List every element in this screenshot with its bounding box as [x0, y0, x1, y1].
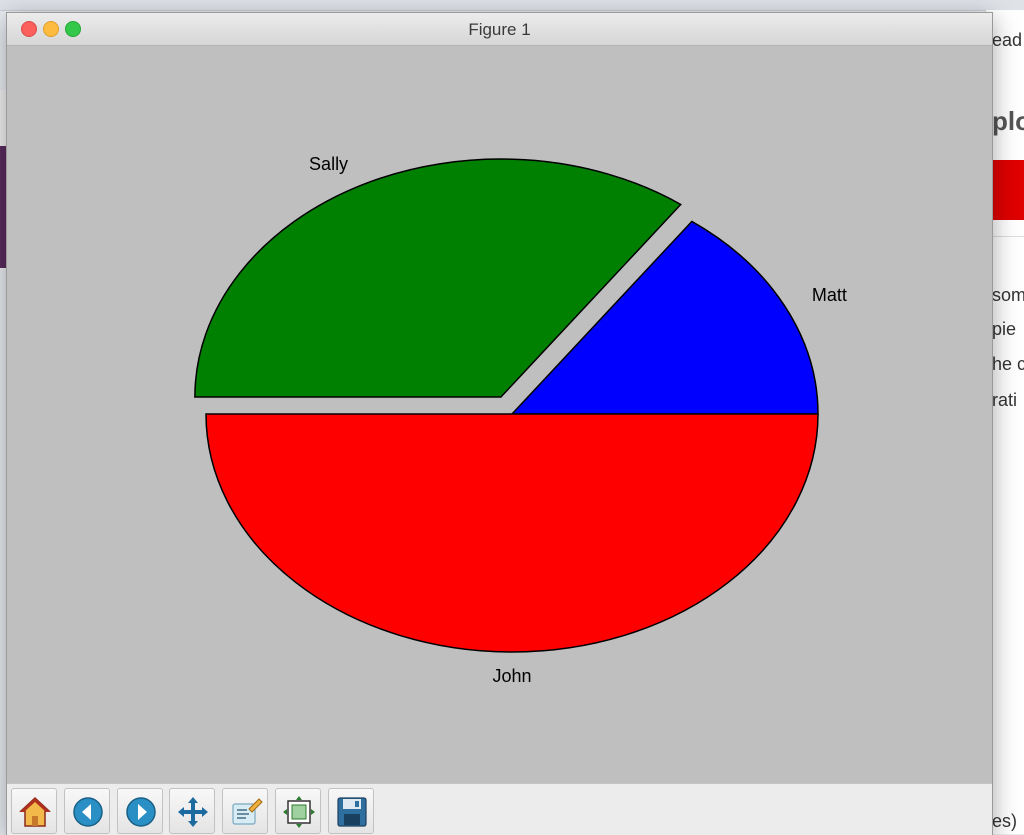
background-text: he c — [992, 354, 1024, 374]
forward-button[interactable] — [117, 788, 163, 834]
home-button[interactable] — [11, 788, 57, 834]
window-title: Figure 1 — [468, 20, 531, 39]
save-button[interactable] — [328, 788, 374, 834]
configure-subplots-button[interactable] — [275, 788, 321, 834]
forward-arrow-icon — [126, 797, 156, 827]
pan-button[interactable] — [169, 788, 215, 834]
zoom-button[interactable] — [222, 788, 268, 834]
navigation-toolbar — [7, 783, 992, 835]
pie-label-matt: Matt — [812, 285, 847, 305]
back-button[interactable] — [64, 788, 110, 834]
zoom-icon — [232, 798, 263, 825]
background-banner — [990, 160, 1024, 220]
back-arrow-icon — [73, 797, 103, 827]
pie-chart[interactable]: Matt Sally John — [7, 46, 992, 783]
background-text: ead — [992, 30, 1023, 50]
subplots-icon — [283, 796, 315, 828]
figure-window: Figure 1 Matt Sally John — [6, 12, 993, 835]
background-text: pie — [992, 319, 1017, 339]
save-icon — [337, 797, 367, 827]
background-text: som — [992, 285, 1024, 305]
background-text: es) — [992, 811, 1018, 831]
background-heading: plo — [992, 106, 1024, 136]
background-text: rati — [992, 390, 1018, 410]
title-bar[interactable]: Figure 1 — [7, 13, 992, 46]
pie-label-john: John — [492, 666, 531, 686]
background-divider — [990, 236, 1024, 237]
pan-icon — [178, 797, 208, 827]
pie-slice-john — [205, 413, 819, 653]
pie-label-sally: Sally — [309, 154, 348, 174]
home-icon — [19, 796, 51, 827]
desktop-top-bar — [0, 0, 1024, 11]
